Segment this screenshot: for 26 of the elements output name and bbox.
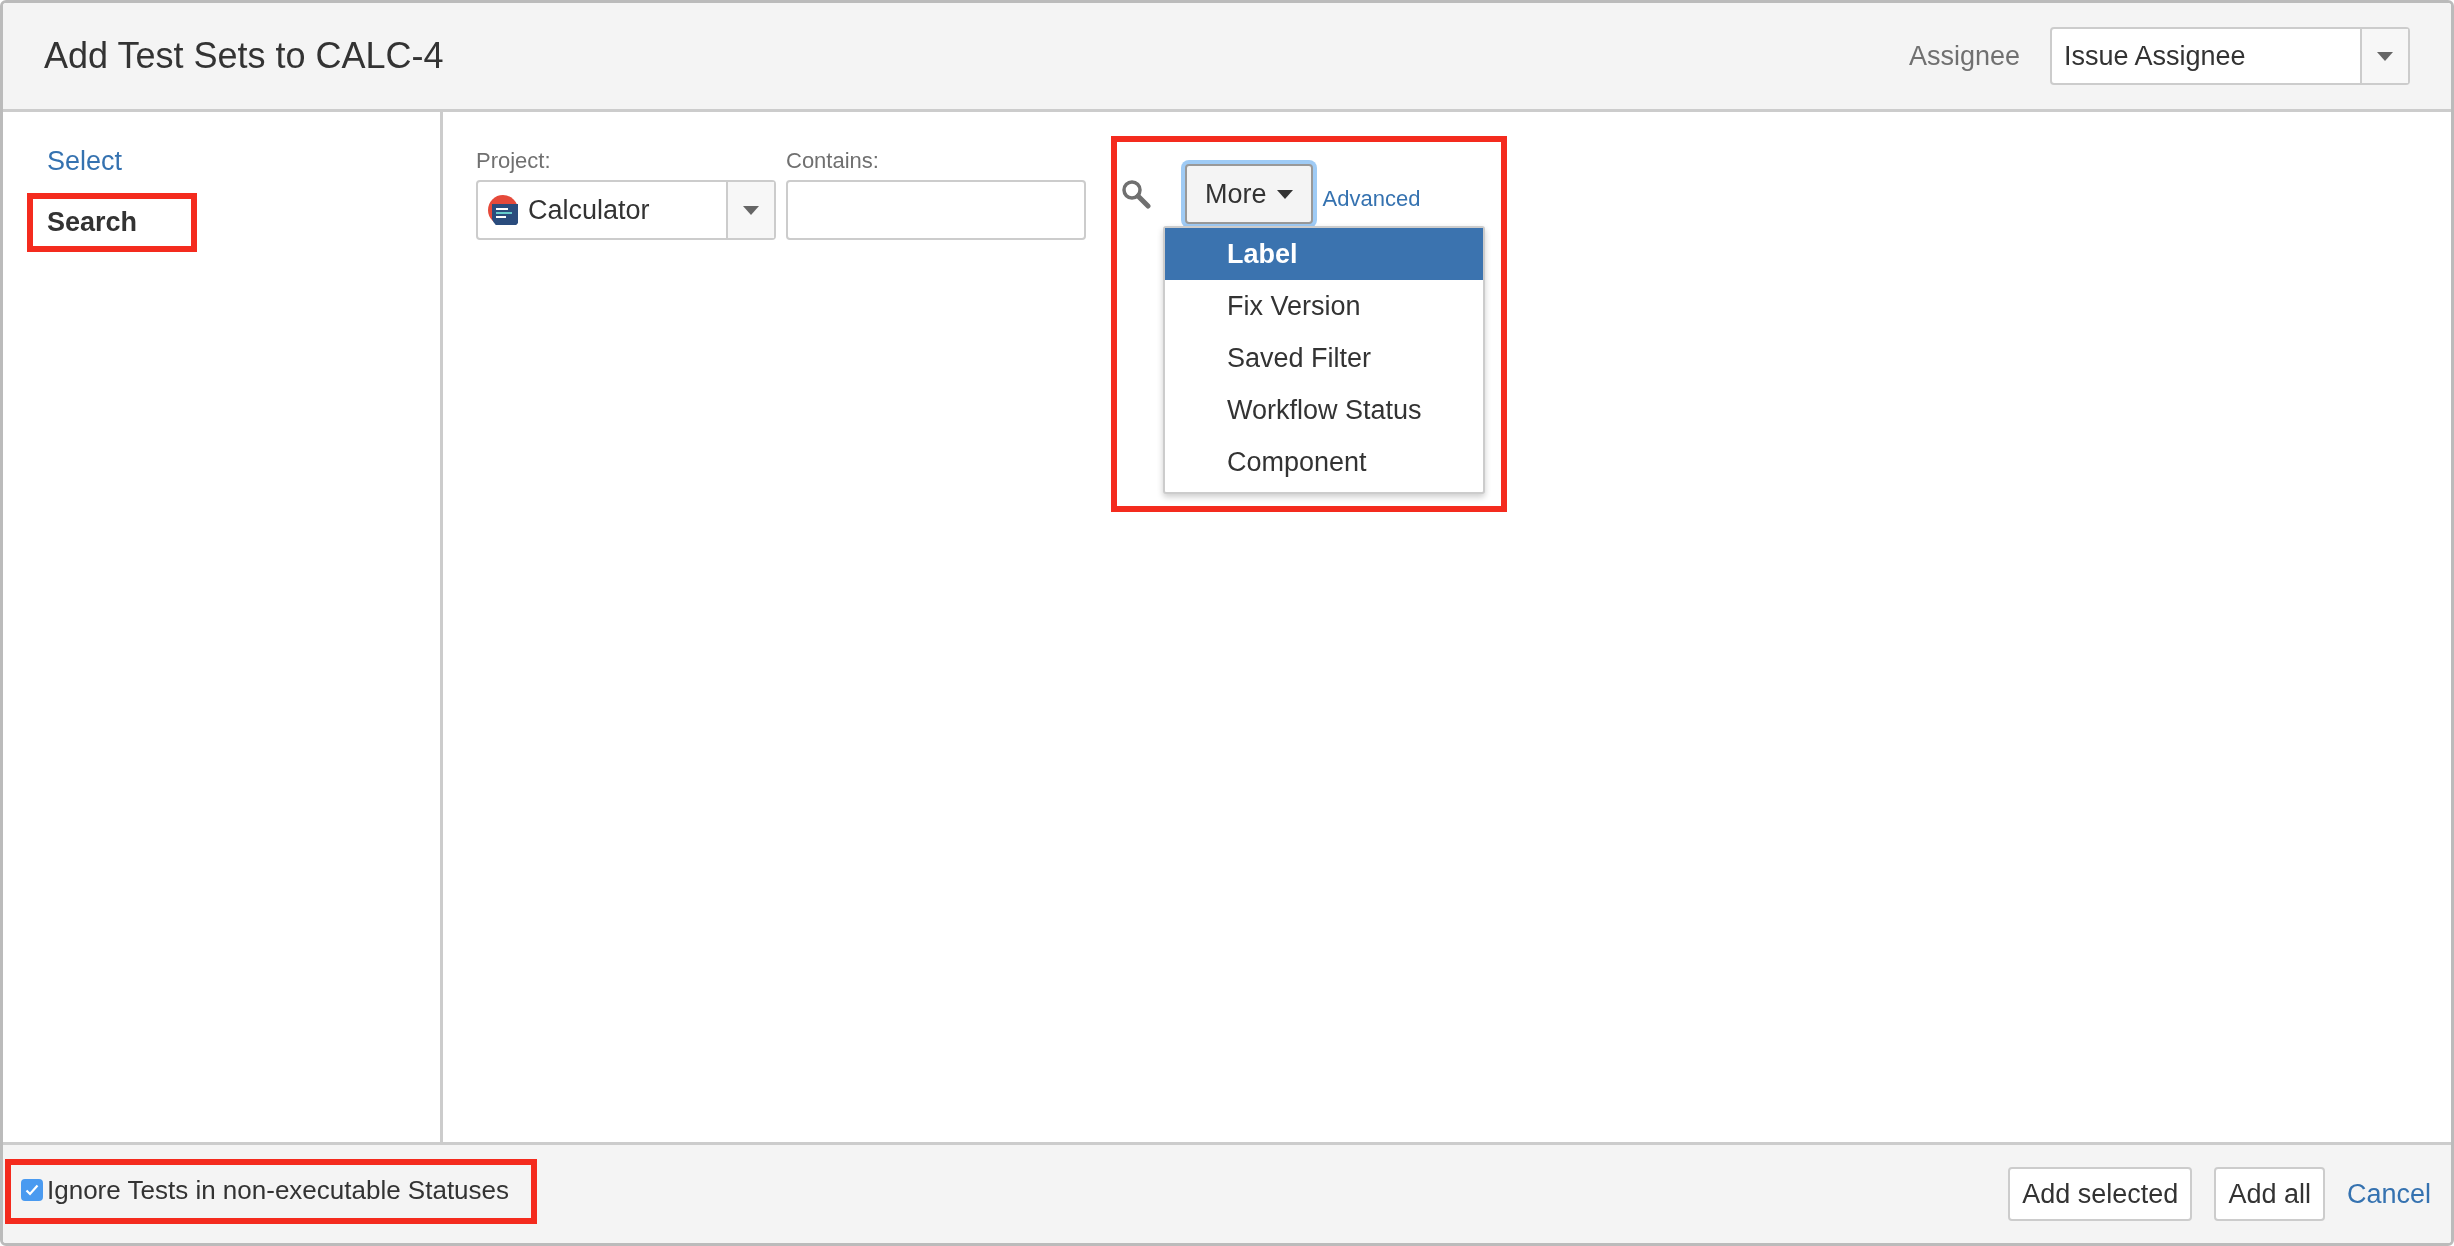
menu-item[interactable]: Component bbox=[1165, 436, 1483, 488]
menu-item[interactable]: Fix Version bbox=[1165, 280, 1483, 332]
advanced-link[interactable]: Advanced bbox=[1322, 186, 1421, 212]
action-button[interactable]: Add selected bbox=[2008, 1167, 2193, 1221]
caret-icon bbox=[2377, 51, 2393, 61]
menu-item[interactable]: Saved Filter bbox=[1165, 332, 1483, 384]
menu-item[interactable]: Workflow Status bbox=[1165, 384, 1483, 436]
search-icon[interactable] bbox=[1121, 179, 1151, 209]
assignee-select[interactable]: Issue Assignee bbox=[2050, 27, 2410, 85]
project-select[interactable]: Calculator bbox=[476, 180, 776, 240]
caret-icon bbox=[743, 205, 759, 215]
sidebar-tab[interactable]: Search bbox=[33, 203, 152, 242]
dialog-title: Add Test Sets to CALC-4 bbox=[44, 35, 445, 77]
contains-label: Contains: bbox=[786, 148, 880, 174]
cancel-link[interactable]: Cancel bbox=[2346, 1178, 2431, 1210]
action-button[interactable]: Add all bbox=[2214, 1167, 2325, 1221]
menu-item[interactable]: Label bbox=[1165, 228, 1483, 280]
checkmark-icon bbox=[25, 1184, 39, 1196]
checkbox-label: Ignore Tests in non-executable Statuses bbox=[47, 1174, 510, 1206]
caret-icon bbox=[1276, 189, 1293, 199]
project-avatar-icon bbox=[488, 195, 518, 225]
checkbox[interactable] bbox=[21, 1179, 43, 1201]
assignee-label: Assignee bbox=[1908, 40, 2020, 72]
sidebar-tab[interactable]: Select bbox=[33, 142, 137, 181]
contains-field[interactable] bbox=[786, 180, 1086, 240]
project-label: Project: bbox=[476, 148, 552, 174]
